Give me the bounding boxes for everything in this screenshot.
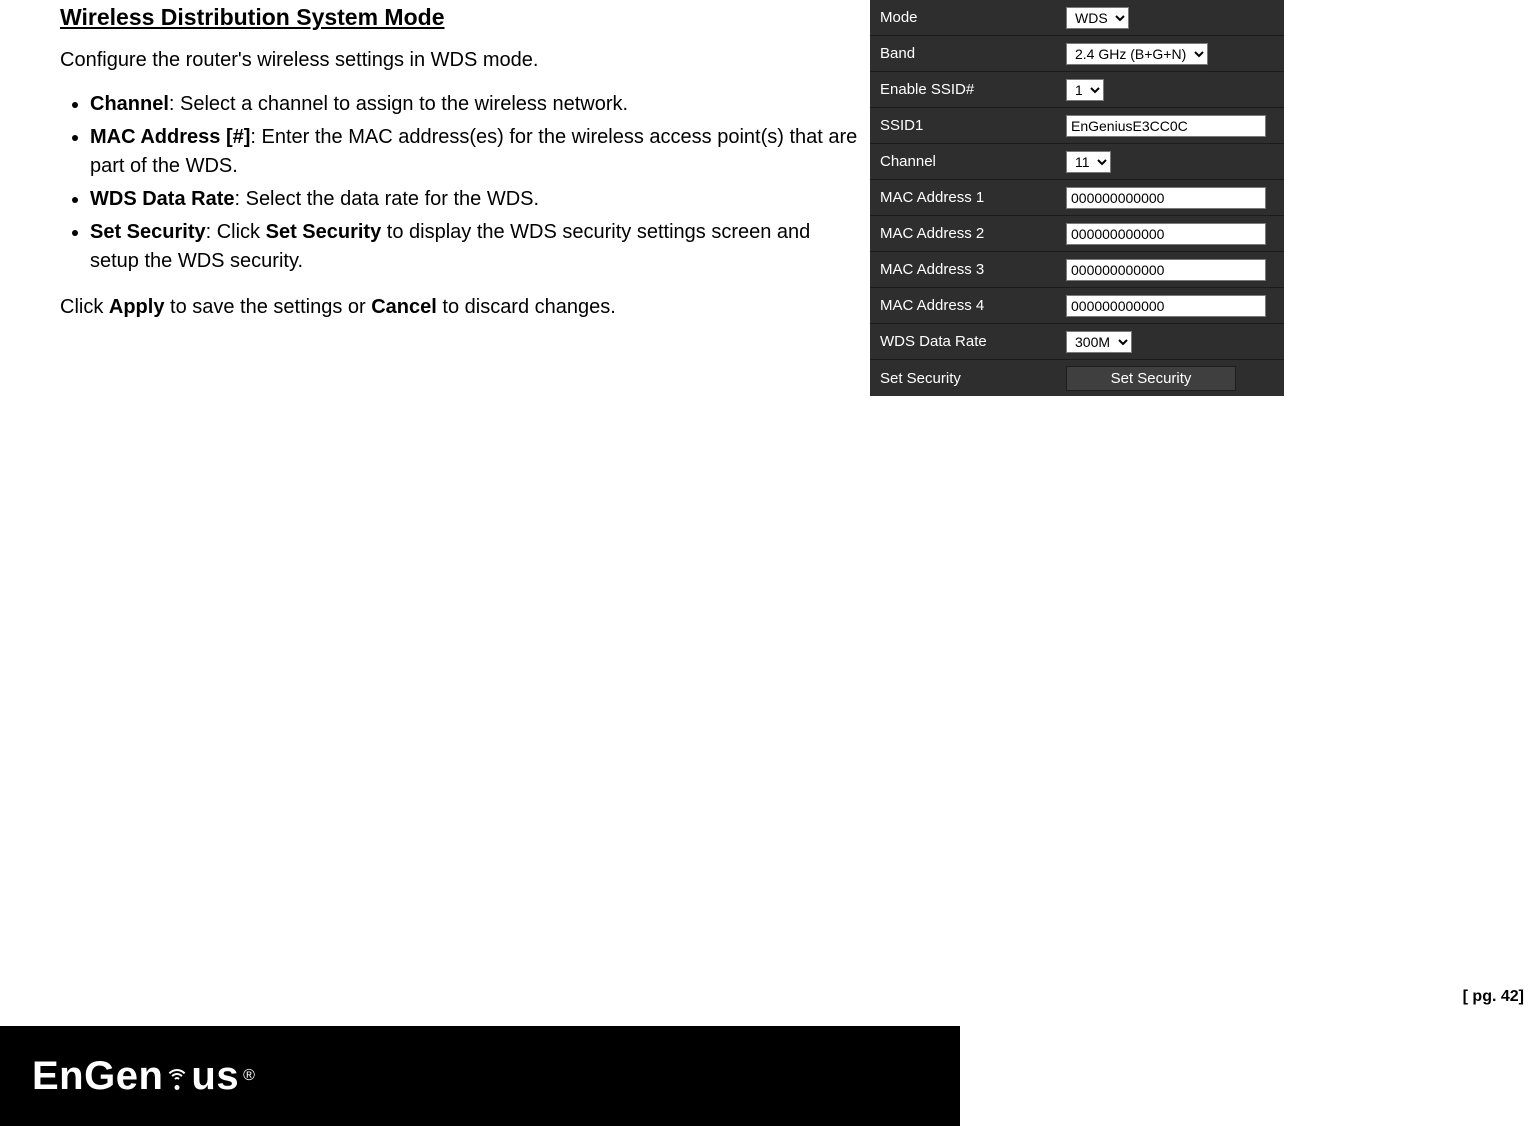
text: to discard changes.	[437, 296, 616, 318]
cancel-word: Cancel	[371, 296, 437, 318]
brand-logo: EnGen us ®	[32, 1054, 255, 1099]
band-select[interactable]: 2.4 GHz (B+G+N)	[1066, 43, 1208, 65]
desc-bold: Set Security	[266, 221, 382, 243]
label-channel: Channel	[870, 153, 1058, 170]
label-band: Band	[870, 45, 1058, 62]
mac3-input[interactable]	[1066, 259, 1266, 281]
label-mac1: MAC Address 1	[870, 189, 1058, 206]
channel-select[interactable]: 11	[1066, 151, 1111, 173]
doc-footer-line: Click Apply to save the settings or Canc…	[60, 296, 860, 319]
text: Click	[60, 296, 109, 318]
registered-icon: ®	[243, 1067, 255, 1085]
list-item: MAC Address [#]: Enter the MAC address(e…	[90, 123, 860, 181]
ssid1-input[interactable]	[1066, 115, 1266, 137]
label-mac2: MAC Address 2	[870, 225, 1058, 242]
apply-word: Apply	[109, 296, 165, 318]
mac4-input[interactable]	[1066, 295, 1266, 317]
logo-bar: EnGen us ®	[0, 1026, 960, 1126]
mode-select[interactable]: WDS	[1066, 7, 1129, 29]
label-set-security: Set Security	[870, 370, 1058, 387]
doc-heading: Wireless Distribution System Mode	[60, 4, 860, 31]
mac2-input[interactable]	[1066, 223, 1266, 245]
mac1-input[interactable]	[1066, 187, 1266, 209]
term-data-rate: WDS Data Rate	[90, 188, 234, 210]
brand-text-pre: EnGen	[32, 1054, 163, 1099]
term-mac: MAC Address [#]	[90, 126, 250, 148]
list-item: Set Security: Click Set Security to disp…	[90, 218, 860, 276]
label-mode: Mode	[870, 9, 1058, 26]
list-item: Channel: Select a channel to assign to t…	[90, 90, 860, 119]
data-rate-select[interactable]: 300M	[1066, 331, 1132, 353]
doc-intro: Configure the router's wireless settings…	[60, 49, 860, 72]
doc-column: Wireless Distribution System Mode Config…	[60, 0, 860, 319]
enable-ssid-select[interactable]: 1	[1066, 79, 1104, 101]
desc: : Select a channel to assign to the wire…	[169, 93, 628, 115]
brand-text-post: us	[191, 1054, 239, 1099]
term-set-security: Set Security	[90, 221, 206, 243]
set-security-button[interactable]: Set Security	[1066, 366, 1236, 391]
doc-bullet-list: Channel: Select a channel to assign to t…	[60, 90, 860, 276]
label-data-rate: WDS Data Rate	[870, 333, 1058, 350]
label-enable-ssid: Enable SSID#	[870, 81, 1058, 98]
desc: : Select the data rate for the WDS.	[234, 188, 539, 210]
text: to save the settings or	[164, 296, 371, 318]
wifi-icon	[164, 1056, 190, 1096]
label-mac3: MAC Address 3	[870, 261, 1058, 278]
term-channel: Channel	[90, 93, 169, 115]
desc: : Click	[206, 221, 266, 243]
label-mac4: MAC Address 4	[870, 297, 1058, 314]
label-ssid1: SSID1	[870, 117, 1058, 134]
settings-panel: Mode WDS Band 2.4 GHz (B+G+N) Enable SSI…	[870, 0, 1284, 396]
list-item: WDS Data Rate: Select the data rate for …	[90, 185, 860, 214]
page-number: [ pg. 42]	[1463, 988, 1524, 1006]
